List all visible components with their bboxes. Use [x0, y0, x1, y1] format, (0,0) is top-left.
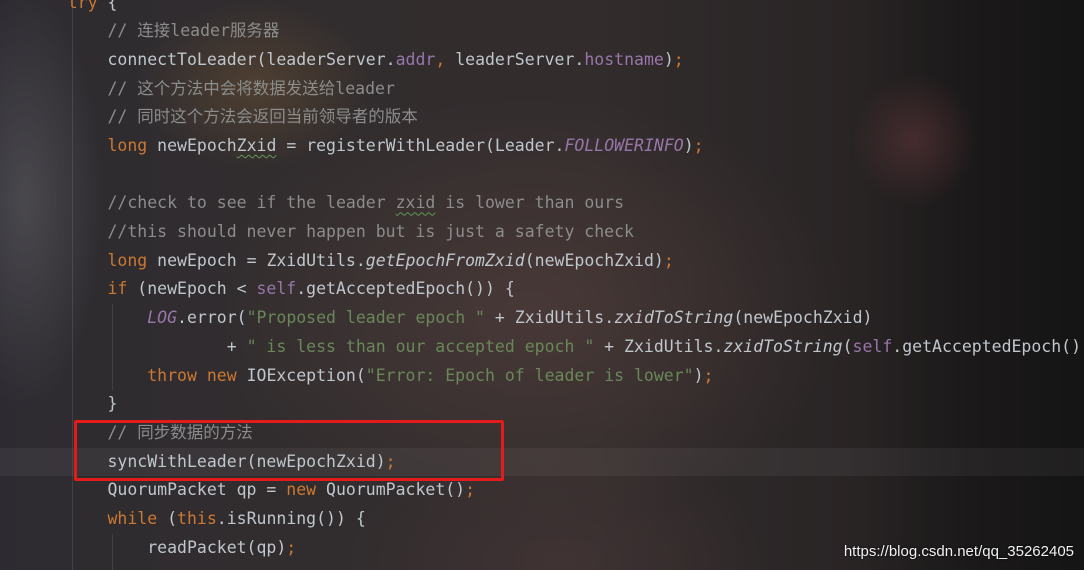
- code-text: ): [683, 136, 694, 156]
- code-line[interactable]: try {: [28, 0, 1084, 17]
- keyword: throw: [147, 365, 197, 385]
- string-literal: "Proposed leader epoch ": [246, 308, 485, 328]
- keyword: this: [177, 508, 217, 528]
- field-name: addr: [395, 49, 436, 69]
- code-text: +: [226, 336, 247, 356]
- code-text: (newEpochZxid): [524, 250, 664, 270]
- code-line[interactable]: connectToLeader(leaderServer.addr, leade…: [28, 46, 1084, 75]
- code-line[interactable]: // 同时这个方法会返回当前领导者的版本: [28, 103, 1084, 132]
- annotation-box: [74, 420, 504, 481]
- comment: zxid: [395, 193, 436, 213]
- comment: //this should never happen but is just a…: [107, 222, 634, 242]
- code-line[interactable]: // 连接leader服务器: [28, 17, 1084, 46]
- code-text: newEpoch: [147, 136, 237, 156]
- keyword: new: [206, 365, 237, 385]
- code-text: .error(: [177, 308, 247, 328]
- code-line[interactable]: + " is less than our accepted epoch " + …: [28, 333, 1084, 362]
- string-literal: " is less than our accepted epoch ": [246, 336, 595, 356]
- code-text: connectToLeader(leaderServer.: [107, 49, 396, 69]
- code-line[interactable]: //check to see if the leader zxid is low…: [28, 189, 1084, 218]
- code-text: Zxid: [236, 136, 277, 156]
- keyword: if: [107, 279, 128, 299]
- punctuation: ;: [673, 49, 684, 69]
- code-text: + ZxidUtils.: [485, 308, 615, 328]
- static-constant: FOLLOWERINFO: [564, 136, 684, 156]
- field-name: self: [852, 336, 893, 356]
- code-text: + ZxidUtils.: [594, 336, 724, 356]
- code-line[interactable]: // 这个方法中会将数据发送给leader: [28, 75, 1084, 104]
- punctuation: ,: [435, 49, 446, 69]
- static-method-call: zxidToString: [614, 308, 734, 328]
- comment: //check to see if the leader: [107, 193, 396, 213]
- punctuation: ;: [465, 480, 476, 500]
- code-line[interactable]: //this should never happen but is just a…: [28, 218, 1084, 247]
- punctuation: ;: [286, 537, 297, 557]
- code-text: (newEpoch <: [127, 279, 257, 299]
- code-text: ): [693, 365, 704, 385]
- code-text: .getAcceptedEpoch()) {: [296, 279, 515, 299]
- keyword: try: [67, 0, 98, 12]
- comment: // 连接leader服务器: [107, 21, 280, 41]
- code-line[interactable]: if (newEpoch < self.getAcceptedEpoch()) …: [28, 275, 1084, 304]
- keyword: long: [107, 136, 148, 156]
- field-name: hostname: [584, 49, 664, 69]
- comment: is lower than ours: [435, 193, 625, 213]
- keyword: new: [286, 480, 317, 500]
- code-text: (: [157, 508, 178, 528]
- code-text: ): [663, 49, 674, 69]
- code-line[interactable]: throw new IOException("Error: Epoch of l…: [28, 362, 1084, 391]
- code-text: }: [107, 394, 118, 414]
- keyword: long: [107, 250, 148, 270]
- code-line[interactable]: [28, 161, 1084, 190]
- static-constant: LOG: [147, 308, 178, 328]
- comment: // 同时这个方法会返回当前领导者的版本: [107, 107, 418, 127]
- code-text: QuorumPacket(): [316, 480, 466, 500]
- code-text: .getAcceptedEpoch(): [892, 336, 1082, 356]
- static-method-call: getEpochFromZxid: [365, 250, 525, 270]
- code-text: newEpoch = ZxidUtils.: [147, 250, 366, 270]
- watermark: https://blog.csdn.net/qq_35262405: [843, 543, 1074, 560]
- code-text: QuorumPacket qp =: [107, 480, 287, 500]
- code-line[interactable]: long newEpoch = ZxidUtils.getEpochFromZx…: [28, 247, 1084, 276]
- code-editor[interactable]: try { // 连接leader服务器 connectToLeader(lea…: [0, 0, 1084, 570]
- comment: // 这个方法中会将数据发送给leader: [107, 78, 395, 98]
- punctuation: ;: [663, 250, 674, 270]
- code-text: = registerWithLeader(Leader.: [276, 136, 565, 156]
- punctuation: ;: [693, 136, 704, 156]
- code-line[interactable]: }: [28, 390, 1084, 419]
- code-text: leaderServer.: [445, 49, 585, 69]
- code-line[interactable]: LOG.error("Proposed leader epoch " + Zxi…: [28, 304, 1084, 333]
- code-text: IOException(: [236, 365, 366, 385]
- code-text: .isRunning()) {: [216, 508, 366, 528]
- code-line[interactable]: while (this.isRunning()) {: [28, 505, 1084, 534]
- field-name: self: [256, 279, 297, 299]
- keyword: while: [107, 508, 158, 528]
- code-text: (: [842, 336, 853, 356]
- code-text: readPacket(qp): [147, 537, 287, 557]
- code-text: (newEpochZxid): [733, 308, 873, 328]
- code-text: {: [97, 0, 118, 12]
- punctuation: ;: [703, 365, 714, 385]
- code-line[interactable]: long newEpochZxid = registerWithLeader(L…: [28, 132, 1084, 161]
- string-literal: "Error: Epoch of leader is lower": [365, 365, 694, 385]
- static-method-call: zxidToString: [723, 336, 843, 356]
